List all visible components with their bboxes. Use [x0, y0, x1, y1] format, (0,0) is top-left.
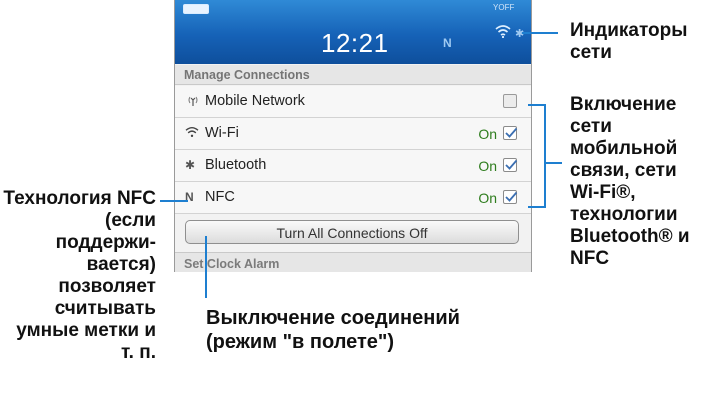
bluetooth-checkbox[interactable]	[503, 158, 518, 172]
wifi-state: On	[478, 126, 497, 142]
enable-networks-bracket-bottom	[528, 206, 546, 208]
mobile-network-row[interactable]: Mobile Network	[175, 86, 531, 118]
nfc-state: On	[478, 190, 497, 206]
wifi-icon	[185, 126, 199, 140]
antenna-icon	[185, 94, 199, 108]
nfc-status-icon: N	[443, 36, 452, 50]
battery-icon	[183, 4, 209, 14]
airplane-mode-callout: Выключение соединений (режим "в полете")	[206, 307, 460, 353]
manage-connections-header: Manage Connections	[175, 65, 531, 85]
phone-screen: YOFF 12:21 N ✱ Manage Connections Mobile…	[174, 0, 532, 272]
wifi-checkbox[interactable]	[503, 126, 518, 140]
enable-networks-callout: Включение сети мобильной связи, сети Wi-…	[570, 94, 690, 269]
wifi-label: Wi-Fi	[205, 125, 239, 141]
bluetooth-icon: ✱	[185, 158, 196, 172]
signal-off-indicator: YOFF	[493, 3, 514, 12]
turn-all-connections-off-button[interactable]: Turn All Connections Off	[185, 220, 519, 244]
mobile-network-label: Mobile Network	[205, 93, 305, 109]
bluetooth-row[interactable]: ✱ Bluetooth On	[175, 150, 531, 182]
clock-time: 12:21	[321, 28, 389, 58]
nfc-label: NFC	[205, 189, 235, 205]
nfc-tech-callout: Технология NFC (если поддержи-вается) по…	[3, 188, 156, 363]
signal-off-label: OFF	[498, 3, 515, 12]
nfc-row[interactable]: N NFC On	[175, 182, 531, 214]
bluetooth-state: On	[478, 158, 497, 174]
nfc-tech-leader-line	[160, 200, 188, 202]
bluetooth-label: Bluetooth	[205, 157, 267, 173]
mobile-network-checkbox[interactable]	[503, 94, 517, 108]
enable-networks-leader-line	[546, 162, 562, 164]
airplane-mode-leader-line	[205, 236, 207, 298]
network-indicators-leader-line	[522, 32, 558, 34]
status-bar: YOFF 12:21 N ✱	[175, 0, 531, 64]
set-clock-alarm-header[interactable]: Set Clock Alarm	[175, 252, 531, 272]
network-indicators-callout: Индикаторы сети	[570, 20, 688, 63]
nfc-checkbox[interactable]	[503, 190, 518, 204]
enable-networks-bracket-vertical	[544, 104, 546, 208]
wifi-row[interactable]: Wi-Fi On	[175, 118, 531, 150]
wifi-status-icon	[495, 25, 511, 38]
